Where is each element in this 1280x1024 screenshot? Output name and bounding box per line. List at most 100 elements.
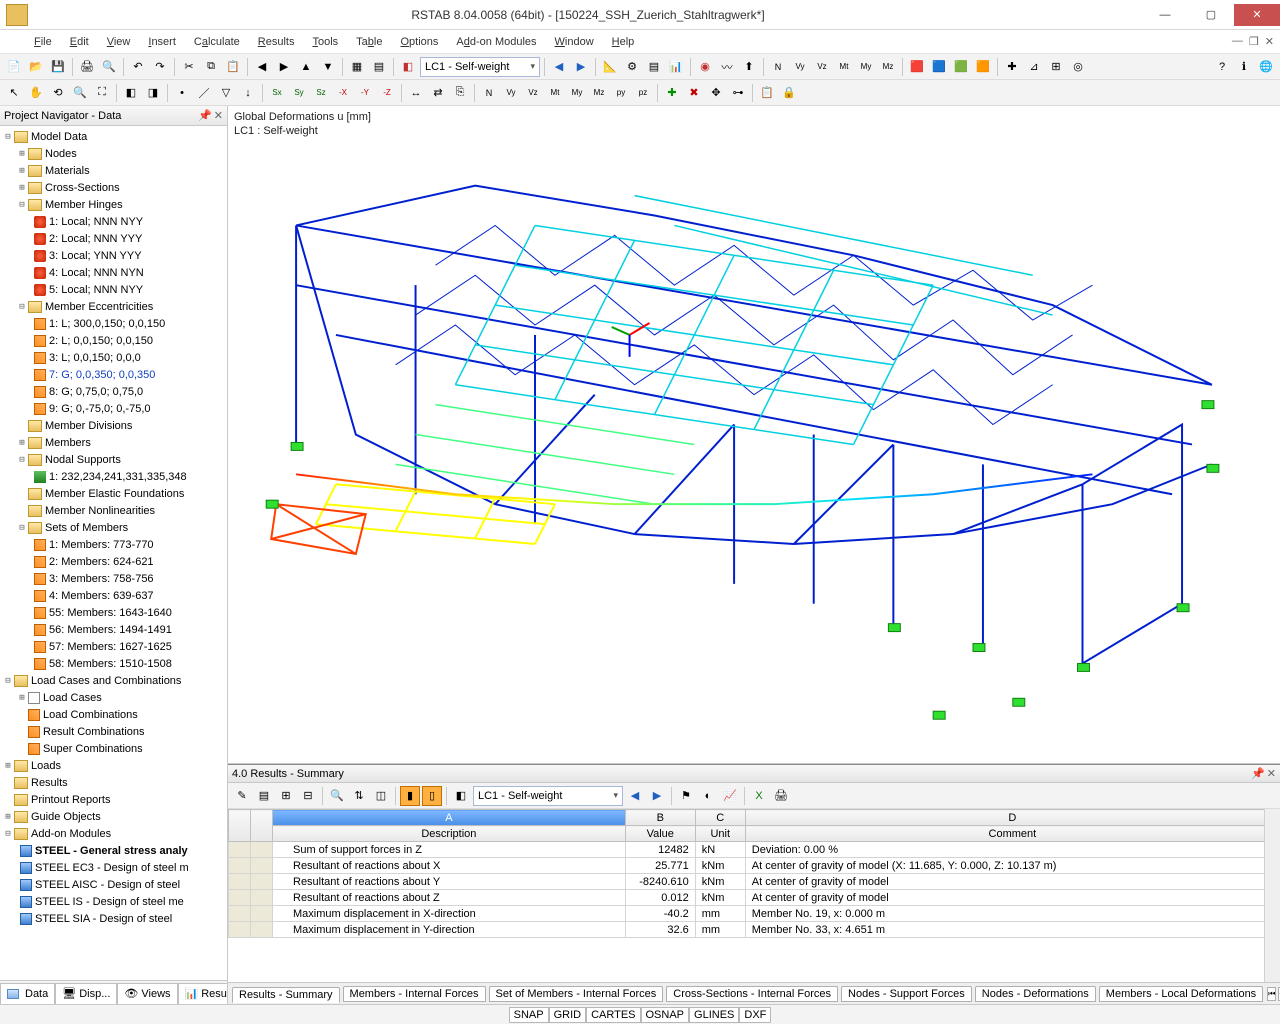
- tree-model-data[interactable]: ⊟Model Data: [2, 128, 227, 145]
- lc-select-icon[interactable]: ◧: [398, 57, 418, 77]
- tree-hinge-4[interactable]: 5: Local; NNN NYY: [2, 281, 227, 298]
- tree-nodes[interactable]: ⊞Nodes: [2, 145, 227, 162]
- res-sort-icon[interactable]: ⇅: [349, 786, 369, 806]
- results-loadcase-combo[interactable]: LC1 - Self-weight: [473, 786, 623, 806]
- tree-set-7[interactable]: 58: Members: 1510-1508: [2, 655, 227, 672]
- navtab-views[interactable]: 👁Views: [117, 983, 177, 1005]
- col-unit[interactable]: Unit: [695, 826, 745, 842]
- res-prev-icon[interactable]: ◀: [625, 786, 645, 806]
- tree-addon-2[interactable]: STEEL AISC - Design of steel: [2, 876, 227, 893]
- rMz-icon[interactable]: Mz: [878, 57, 898, 77]
- new-icon[interactable]: 📄: [4, 57, 24, 77]
- window-close[interactable]: ✕: [1234, 4, 1280, 26]
- paste-icon[interactable]: 📋: [223, 57, 243, 77]
- del-icon[interactable]: ✖: [684, 83, 704, 103]
- col-B[interactable]: B: [625, 810, 695, 826]
- view-iso-icon[interactable]: ◧: [121, 83, 141, 103]
- loadcase-combo[interactable]: LC1 - Self-weight: [420, 57, 540, 77]
- res-insert-icon[interactable]: ⊞: [276, 786, 296, 806]
- mirror-icon[interactable]: ⇄: [428, 83, 448, 103]
- tree-ecc-3[interactable]: 7: G; 0,0,350; 0,0,350: [2, 366, 227, 383]
- res-print-icon[interactable]: 🖨: [771, 786, 791, 806]
- menu-results[interactable]: Results: [250, 34, 303, 50]
- restab-5[interactable]: Nodes - Deformations: [975, 986, 1096, 1002]
- res-excel-icon[interactable]: X: [749, 786, 769, 806]
- tree-load-comb[interactable]: Load Combinations: [2, 706, 227, 723]
- results-row-0[interactable]: Sum of support forces in Z 12482kNDeviat…: [229, 842, 1280, 858]
- menu-addon[interactable]: Add-on Modules: [448, 34, 544, 50]
- res-select-icon[interactable]: ◫: [371, 786, 391, 806]
- tree-ecc-4[interactable]: 8: G; 0,75,0; 0,75,0: [2, 383, 227, 400]
- tree-member-ecc[interactable]: ⊟Member Eccentricities: [2, 298, 227, 315]
- tree-members[interactable]: ⊞Members: [2, 434, 227, 451]
- r2-Vy-icon[interactable]: Vy: [501, 83, 521, 103]
- tool-d-icon[interactable]: ◎: [1068, 57, 1088, 77]
- nav-up-icon[interactable]: ▲: [296, 57, 316, 77]
- tree-set-6[interactable]: 57: Members: 1627-1625: [2, 638, 227, 655]
- lock-icon[interactable]: 🔒: [779, 83, 799, 103]
- col-desc[interactable]: Description: [273, 826, 626, 842]
- axis-sx-icon[interactable]: Sx: [267, 83, 287, 103]
- res-edit-icon[interactable]: ✎: [232, 786, 252, 806]
- navtab-results[interactable]: 📊Resu...: [178, 983, 227, 1005]
- status-dxf[interactable]: DXF: [739, 1007, 771, 1023]
- nav-down-icon[interactable]: ▼: [318, 57, 338, 77]
- arrow-left-blue-icon[interactable]: ◀: [549, 57, 569, 77]
- tree-ecc-2[interactable]: 3: L; 0,0,150; 0,0,0: [2, 349, 227, 366]
- res-flag-icon[interactable]: ⚑: [676, 786, 696, 806]
- tree-printout[interactable]: Printout Reports: [2, 791, 227, 808]
- module3-icon[interactable]: 🟩: [951, 57, 971, 77]
- results-pin-icon[interactable]: 📌: [1251, 767, 1265, 780]
- web-icon[interactable]: 🌐: [1256, 57, 1276, 77]
- tree-set-3[interactable]: 4: Members: 639-637: [2, 587, 227, 604]
- copy2-icon[interactable]: ⎘: [450, 83, 470, 103]
- res-lc-icon[interactable]: ◧: [451, 786, 471, 806]
- new-node-icon[interactable]: •: [172, 83, 192, 103]
- results-table[interactable]: A B C D Description Value Unit Comment S…: [228, 809, 1280, 938]
- tree-nodal-supports[interactable]: ⊟Nodal Supports: [2, 451, 227, 468]
- restab-2[interactable]: Set of Members - Internal Forces: [489, 986, 664, 1002]
- menu-help[interactable]: Help: [604, 34, 643, 50]
- menu-view[interactable]: View: [99, 34, 139, 50]
- help-icon[interactable]: ?: [1212, 57, 1232, 77]
- chart-icon[interactable]: 📊: [666, 57, 686, 77]
- module1-icon[interactable]: 🟥: [907, 57, 927, 77]
- undo-icon[interactable]: ↶: [128, 57, 148, 77]
- snap-icon[interactable]: ✚: [662, 83, 682, 103]
- res-hl2-icon[interactable]: ▯: [422, 786, 442, 806]
- tree-loads[interactable]: ⊞Loads: [2, 757, 227, 774]
- rMt-icon[interactable]: Mt: [834, 57, 854, 77]
- results-row-3[interactable]: Resultant of reactions about Z 0.012kNmA…: [229, 890, 1280, 906]
- axis-xyn-icon[interactable]: -Y: [355, 83, 375, 103]
- table-icon[interactable]: ▤: [644, 57, 664, 77]
- tree-hinge-3[interactable]: 4: Local; NNN NYN: [2, 264, 227, 281]
- tree-result-comb[interactable]: Result Combinations: [2, 723, 227, 740]
- results-row-1[interactable]: Resultant of reactions about X 25.771kNm…: [229, 858, 1280, 874]
- zoomfit-icon[interactable]: ⛶: [92, 83, 112, 103]
- pan-icon[interactable]: ✋: [26, 83, 46, 103]
- cut-icon[interactable]: ✂: [179, 57, 199, 77]
- navtab-data[interactable]: Data: [0, 983, 55, 1005]
- navtab-display[interactable]: 🖥Disp...: [55, 983, 117, 1005]
- axis-xzn-icon[interactable]: -Z: [377, 83, 397, 103]
- move2-icon[interactable]: ✥: [706, 83, 726, 103]
- col-value[interactable]: Value: [625, 826, 695, 842]
- tool-c-icon[interactable]: ⊞: [1046, 57, 1066, 77]
- res-hl1-icon[interactable]: ▮: [400, 786, 420, 806]
- tree-sets[interactable]: ⊟Sets of Members: [2, 519, 227, 536]
- tree-ecc-0[interactable]: 1: L; 300,0,150; 0,0,150: [2, 315, 227, 332]
- tree-hinge-0[interactable]: 1: Local; NNN NYY: [2, 213, 227, 230]
- rN-icon[interactable]: N: [768, 57, 788, 77]
- tree-ecc-5[interactable]: 9: G; 0,-75,0; 0,-75,0: [2, 400, 227, 417]
- res-graph-icon[interactable]: 📈: [720, 786, 740, 806]
- print-icon[interactable]: 🖨: [77, 57, 97, 77]
- res-optim-icon[interactable]: ◐: [698, 786, 718, 806]
- preview-icon[interactable]: 🔍: [99, 57, 119, 77]
- menu-window[interactable]: Window: [547, 34, 602, 50]
- window-minimize[interactable]: —: [1142, 4, 1188, 26]
- col-comment[interactable]: Comment: [745, 826, 1279, 842]
- r2-Mz-icon[interactable]: Mz: [589, 83, 609, 103]
- tree-set-4[interactable]: 55: Members: 1643-1640: [2, 604, 227, 621]
- calc2-icon[interactable]: ⚙: [622, 57, 642, 77]
- nav-back-icon[interactable]: ◀: [252, 57, 272, 77]
